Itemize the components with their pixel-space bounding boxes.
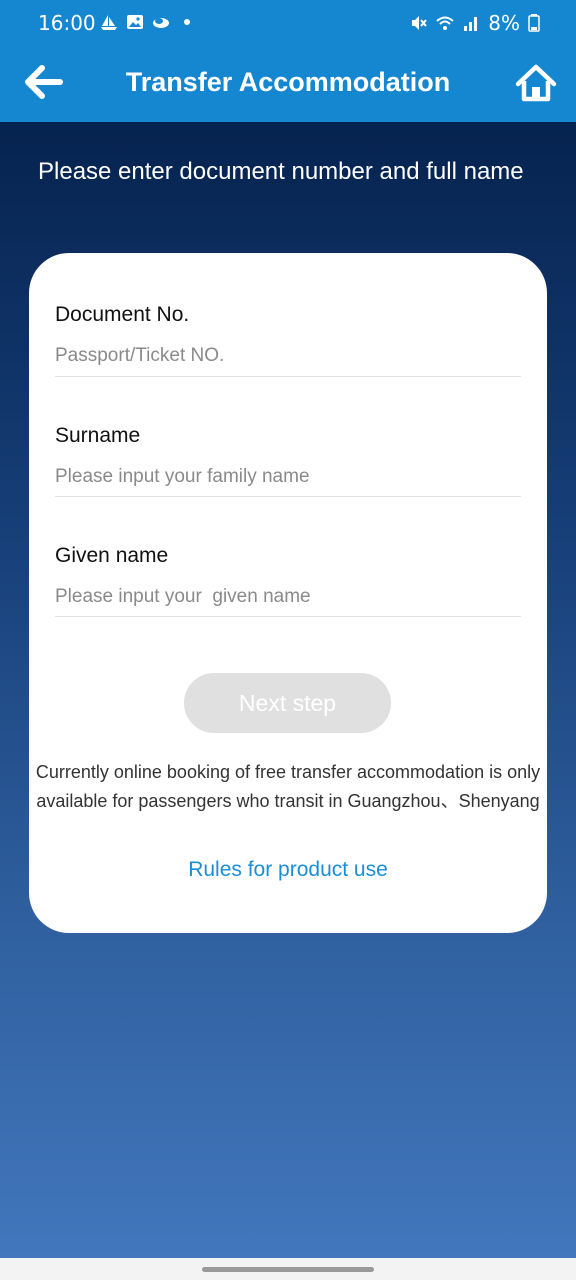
signal-icon xyxy=(464,17,478,31)
page-title: Transfer Accommodation xyxy=(125,67,451,97)
next-step-button[interactable]: Next step xyxy=(184,673,391,733)
status-bar: 16:00 8% xyxy=(0,0,576,48)
rules-link[interactable]: Rules for product use xyxy=(29,858,547,882)
home-button[interactable] xyxy=(514,62,558,106)
instruction-text: Please enter document number and full na… xyxy=(38,158,524,185)
more-notifications-dot xyxy=(184,19,190,25)
document-label: Document No. xyxy=(55,303,190,326)
status-time: 16:00 xyxy=(38,11,96,35)
notification-icons xyxy=(100,13,190,31)
cloud-icon xyxy=(153,18,169,28)
home-indicator[interactable] xyxy=(202,1267,374,1272)
sailboat-icon xyxy=(101,15,117,30)
surname-input[interactable] xyxy=(55,462,521,492)
given-name-label: Given name xyxy=(55,544,169,567)
main-content: Please enter document number and full na… xyxy=(0,122,576,1258)
app-bar: Transfer Accommodation xyxy=(0,48,576,122)
given-name-input[interactable] xyxy=(55,582,521,612)
wifi-icon xyxy=(436,16,454,30)
battery-percent: 8% xyxy=(488,11,520,35)
surname-label: Surname xyxy=(55,424,141,447)
image-icon xyxy=(127,15,143,29)
surname-field: Surname xyxy=(55,424,521,497)
given-name-field: Given name xyxy=(55,544,521,617)
system-icons: 8% xyxy=(410,11,540,35)
battery-icon xyxy=(528,14,540,32)
home-icon xyxy=(515,64,557,102)
navigation-bar xyxy=(0,1258,576,1280)
document-input[interactable] xyxy=(55,341,521,371)
notice-text: Currently online booking of free transfe… xyxy=(35,762,541,811)
mute-icon xyxy=(412,16,428,30)
form-card: Document No. Surname Given name Next ste… xyxy=(29,253,547,933)
document-field: Document No. xyxy=(55,303,521,377)
